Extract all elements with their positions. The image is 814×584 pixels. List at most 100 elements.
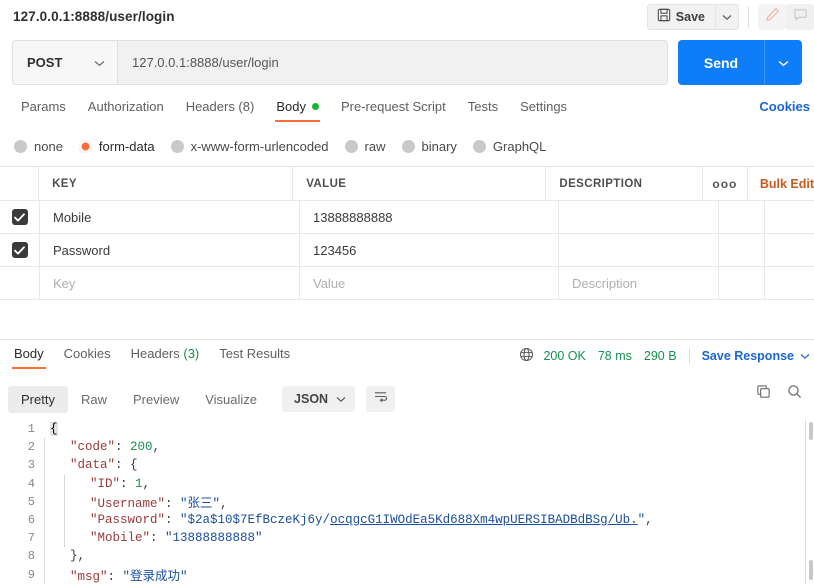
code-token: "msg" bbox=[70, 570, 108, 584]
row-description-cell[interactable] bbox=[559, 234, 719, 266]
row-value-cell[interactable]: 13888888888 bbox=[300, 201, 559, 233]
viewer-mode-visualize[interactable]: Visualize bbox=[192, 386, 270, 413]
header-value-label: VALUE bbox=[306, 177, 347, 190]
table-row-empty[interactable]: Key Value Description bbox=[0, 267, 814, 300]
new-key-input[interactable]: Key bbox=[40, 267, 300, 299]
url-input[interactable]: 127.0.0.1:8888/user/login bbox=[117, 40, 668, 85]
new-value-input[interactable]: Value bbox=[300, 267, 559, 299]
body-type-none-label: none bbox=[34, 138, 63, 154]
table-row[interactable]: Mobile 13888888888 bbox=[0, 201, 814, 234]
viewer-mode-pretty[interactable]: Pretty bbox=[8, 385, 68, 413]
tab-pre-request-script[interactable]: Pre-request Script bbox=[330, 96, 457, 124]
pane-divider[interactable] bbox=[0, 339, 814, 340]
response-scrollbar-thumb[interactable] bbox=[809, 422, 813, 440]
response-format-select[interactable]: JSON bbox=[282, 386, 356, 412]
edit-request-button[interactable] bbox=[758, 3, 786, 30]
tab-body-label: Body bbox=[276, 99, 306, 114]
code-token: "data" bbox=[70, 458, 116, 473]
tab-tests[interactable]: Tests bbox=[457, 96, 509, 124]
tab-body[interactable]: Body bbox=[265, 96, 330, 124]
chevron-down-icon[interactable] bbox=[800, 349, 810, 363]
line-number: 3 bbox=[27, 458, 35, 473]
code-line: 9 "msg": "登录成功" bbox=[0, 565, 805, 584]
viewer-mode-raw[interactable]: Raw bbox=[68, 386, 120, 413]
code-line: 2 "code": 200, bbox=[0, 438, 805, 457]
body-type-binary[interactable]: binary bbox=[400, 139, 467, 154]
new-description-input[interactable]: Description bbox=[559, 267, 719, 299]
row-key-cell[interactable]: Mobile bbox=[40, 201, 300, 233]
body-type-none[interactable]: none bbox=[12, 139, 73, 154]
ellipsis-icon: ooo bbox=[712, 176, 738, 191]
row-key-cell[interactable]: Password bbox=[40, 234, 300, 266]
new-value-placeholder: Value bbox=[313, 275, 346, 291]
code-token: , bbox=[220, 497, 228, 512]
table-row[interactable]: Password 123456 bbox=[0, 234, 814, 267]
body-type-graphql[interactable]: GraphQL bbox=[471, 139, 556, 154]
search-icon[interactable] bbox=[787, 384, 802, 404]
response-tab-cookies[interactable]: Cookies bbox=[54, 344, 121, 370]
code-token: "Username" bbox=[90, 497, 166, 512]
code-line: 3 "data": { bbox=[0, 456, 805, 475]
row-trailing-cell bbox=[765, 234, 814, 266]
new-key-placeholder: Key bbox=[53, 275, 76, 291]
code-text: "ID": 1, bbox=[84, 477, 150, 491]
send-button[interactable]: Send bbox=[678, 40, 764, 85]
indent-guide bbox=[44, 529, 45, 548]
comments-button[interactable] bbox=[786, 3, 814, 30]
body-type-form-data[interactable]: form-data bbox=[77, 139, 165, 154]
response-tab-body[interactable]: Body bbox=[4, 344, 54, 370]
line-number: 7 bbox=[27, 531, 35, 546]
code-token[interactable]: ocqgcG1IWOdEa5Kd688Xm4wpUERSIBADBdBSg/Ub… bbox=[330, 513, 638, 527]
code-token: "登录成功" bbox=[122, 570, 188, 584]
copy-icon[interactable] bbox=[756, 384, 771, 404]
code-text: { bbox=[44, 422, 58, 437]
save-button[interactable]: Save bbox=[646, 3, 715, 30]
response-body-actions bbox=[756, 384, 808, 404]
code-token: , bbox=[645, 513, 653, 528]
tab-headers[interactable]: Headers (8) bbox=[175, 96, 266, 124]
line-number: 8 bbox=[27, 549, 35, 564]
bulk-edit-button[interactable]: Bulk Edit bbox=[748, 167, 814, 200]
row-description-cell[interactable] bbox=[559, 201, 719, 233]
code-line: 7 "Mobile": "13888888888" bbox=[0, 529, 805, 548]
body-type-raw-label: raw bbox=[364, 138, 386, 154]
bulk-edit-label: Bulk Edit bbox=[759, 176, 814, 191]
body-type-raw[interactable]: raw bbox=[343, 139, 396, 154]
tab-authorization[interactable]: Authorization bbox=[77, 96, 175, 124]
row-value-cell[interactable]: 123456 bbox=[300, 234, 559, 266]
tab-settings[interactable]: Settings bbox=[509, 96, 578, 124]
code-token: { bbox=[50, 422, 58, 437]
url-bar: POST 127.0.0.1:8888/user/login Send bbox=[0, 40, 814, 85]
table-options-button[interactable]: ooo bbox=[703, 167, 748, 200]
line-number: 9 bbox=[27, 567, 35, 582]
code-line: 6 "Password": "$2a$10$7EfBczeKj6y/ocqgcG1… bbox=[0, 510, 805, 530]
save-options-button[interactable] bbox=[715, 3, 739, 30]
indent-guide bbox=[64, 510, 65, 530]
save-response-button[interactable]: Save Response bbox=[702, 349, 794, 363]
row-checkbox[interactable] bbox=[11, 209, 28, 225]
request-topbar: 127.0.0.1:8888/user/login Save bbox=[0, 0, 814, 33]
cookies-link[interactable]: Cookies bbox=[759, 99, 810, 114]
code-token: 1 bbox=[135, 476, 143, 491]
tab-params[interactable]: Params bbox=[10, 96, 77, 124]
response-tab-cookies-label: Cookies bbox=[63, 346, 111, 361]
code-token: "ID" bbox=[90, 476, 121, 491]
send-options-button[interactable] bbox=[764, 40, 802, 85]
indent-guide bbox=[44, 547, 45, 566]
row-checkbox[interactable] bbox=[11, 242, 28, 258]
save-button-label: Save bbox=[675, 9, 705, 24]
indent-guide bbox=[64, 474, 65, 493]
response-body-viewer[interactable]: 1{2 "code": 200, 3 "data": {4 "ID": 1, 5 "User… bbox=[0, 420, 814, 584]
body-type-radio-group: none form-data x-www-form-urlencoded raw… bbox=[0, 132, 814, 160]
http-method-select[interactable]: POST bbox=[12, 40, 117, 85]
status-divider bbox=[688, 348, 690, 364]
response-tab-test-results[interactable]: Test Results bbox=[209, 344, 300, 370]
response-tab-body-label: Body bbox=[14, 346, 44, 361]
response-tab-headers[interactable]: Headers (3) bbox=[121, 344, 210, 370]
viewer-mode-preview[interactable]: Preview bbox=[120, 386, 192, 413]
word-wrap-button[interactable] bbox=[366, 386, 396, 412]
body-type-x-www-form-urlencoded[interactable]: x-www-form-urlencoded bbox=[169, 139, 339, 154]
response-viewer-toolbar: Pretty Raw Preview Visualize JSON bbox=[0, 382, 814, 416]
code-token: }, bbox=[70, 549, 86, 564]
response-scrollbar-thumb-secondary[interactable] bbox=[809, 560, 813, 580]
